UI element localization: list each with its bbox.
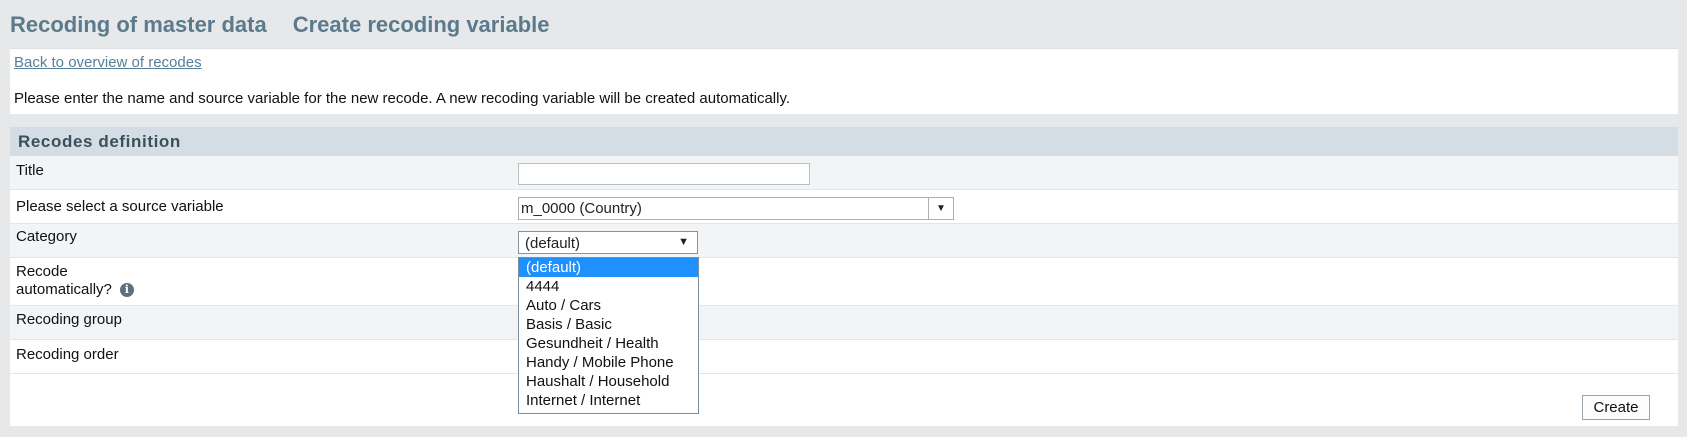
intro-panel: Back to overview of recodes Please enter… xyxy=(10,48,1678,114)
triangle-down-icon: ▼ xyxy=(678,236,689,248)
chevron-down-icon[interactable]: ▼ xyxy=(928,198,953,219)
recode-automatically-label: Recode automatically? i xyxy=(16,263,134,299)
category-option[interactable]: Basis / Basic xyxy=(519,315,698,334)
source-variable-combo[interactable]: m_0000 (Country) ▼ xyxy=(518,197,954,220)
page-title: Recoding of master data xyxy=(10,12,267,37)
recoding-group-label: Recoding group xyxy=(16,311,122,328)
category-select[interactable]: (default) ▼ xyxy=(518,231,698,254)
category-selected-value: (default) xyxy=(525,235,581,252)
row-recoding-group: Recoding group xyxy=(10,306,1678,340)
row-title: Title xyxy=(10,156,1678,190)
page-header: Recoding of master data Create recoding … xyxy=(10,10,550,40)
source-variable-value: m_0000 (Country) xyxy=(521,200,642,217)
row-source-variable: Please select a source variable m_0000 (… xyxy=(10,190,1678,224)
row-recoding-order: Recoding order xyxy=(10,340,1678,374)
row-recode-automatically: Recode automatically? i xyxy=(10,258,1678,306)
category-option[interactable]: Haushalt / Household xyxy=(519,372,698,391)
category-option[interactable]: 4444 xyxy=(519,277,698,296)
page-subtitle: Create recoding variable xyxy=(292,12,550,37)
recoding-order-label: Recoding order xyxy=(16,346,119,363)
recode-label-line1: Recode xyxy=(16,263,68,280)
category-option[interactable]: (default) xyxy=(519,258,698,277)
recodes-definition-section: Recodes definition Title Please select a… xyxy=(10,127,1678,426)
title-label: Title xyxy=(16,162,44,179)
section-title: Recodes definition xyxy=(10,127,1678,156)
source-variable-label: Please select a source variable xyxy=(16,198,224,215)
category-option[interactable]: Handy / Mobile Phone xyxy=(519,353,698,372)
info-icon[interactable]: i xyxy=(119,283,134,298)
category-option[interactable]: Internet / Internet xyxy=(519,391,698,410)
category-option[interactable]: Gesundheit / Health xyxy=(519,334,698,353)
category-option[interactable]: Auto / Cars xyxy=(519,296,698,315)
title-input[interactable] xyxy=(518,163,810,185)
category-label: Category xyxy=(16,228,77,245)
category-dropdown-list[interactable]: (default) 4444 Auto / Cars Basis / Basic Ges… xyxy=(518,257,699,414)
recode-label-line2: automatically? xyxy=(16,281,112,298)
back-to-overview-link[interactable]: Back to overview of recodes xyxy=(14,54,202,71)
row-category: Category (default) ▼ xyxy=(10,224,1678,258)
intro-text: Please enter the name and source variabl… xyxy=(14,90,791,107)
create-button[interactable]: Create xyxy=(1582,395,1650,420)
